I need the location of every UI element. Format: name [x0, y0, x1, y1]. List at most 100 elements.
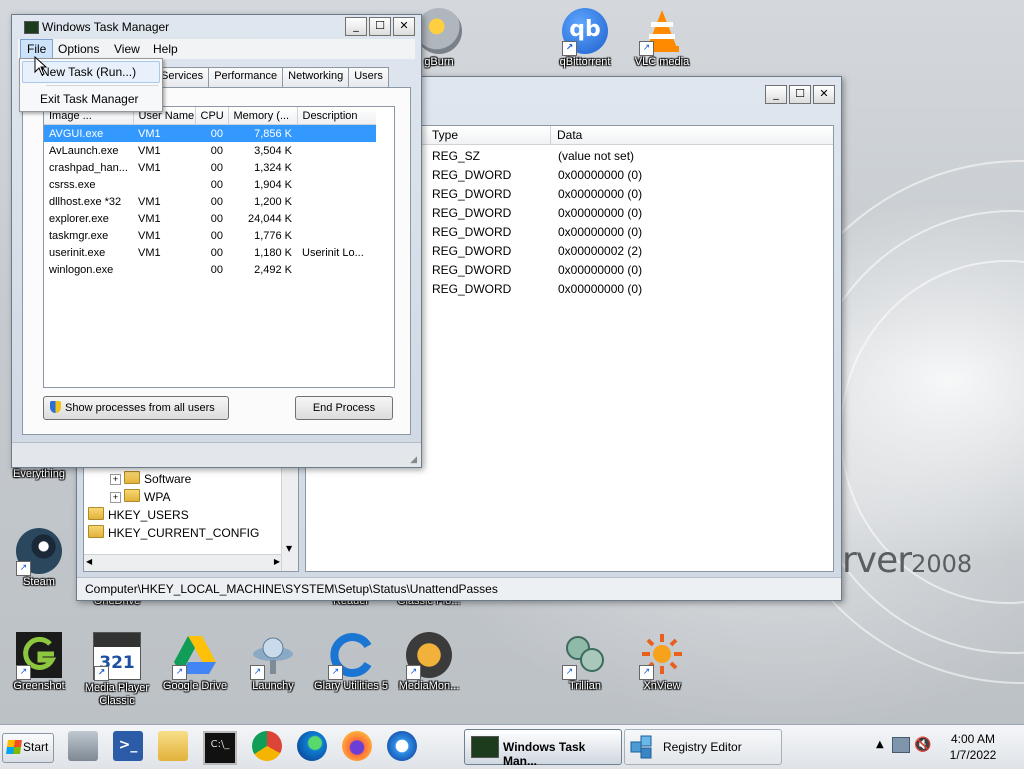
process-cpu: 00 — [210, 178, 223, 191]
value-data: 0x00000000 (0) — [558, 206, 643, 220]
task-button-label: Windows Task Man... — [503, 740, 586, 768]
menu-help[interactable]: Help — [153, 42, 178, 56]
explorer-folder-icon[interactable] — [158, 731, 188, 761]
folder-icon — [88, 507, 104, 520]
tree-node[interactable]: HKEY_USERS — [84, 506, 298, 524]
column-header-description[interactable]: Description — [297, 107, 376, 125]
process-description — [297, 176, 376, 193]
tab-services[interactable]: Services — [155, 67, 210, 87]
regedit-tree-pane[interactable]: + Software + WPA HKEY_USERS HKEY_CURRENT_CONF… — [83, 467, 299, 572]
edge-icon[interactable] — [297, 731, 327, 761]
tree-node[interactable]: HKEY_CURRENT_CONFIG — [84, 524, 298, 542]
brand-version: 2008 — [911, 550, 973, 578]
network-icon[interactable] — [892, 737, 910, 753]
process-memory: 7,856 K — [254, 127, 292, 140]
process-table: Image ... User Name CPU Memory (... Desc… — [44, 107, 376, 278]
maximize-button[interactable]: ☐ — [789, 85, 811, 104]
desktop-icon-mediamonkey[interactable]: ↗ MediaMon... — [390, 632, 468, 693]
desktop-icon-glary[interactable]: ↗ Glary Utilities 5 — [312, 632, 390, 693]
mouse-cursor-icon — [34, 56, 48, 76]
start-label: Start — [23, 740, 49, 754]
process-row[interactable]: AvLaunch.exe VM1 00 3,504 K — [44, 142, 376, 159]
taskmgr-title-bar[interactable]: Windows Task Manager _ ☐ ✕ — [12, 15, 421, 39]
server-manager-icon[interactable] — [68, 731, 98, 761]
tab-users[interactable]: Users — [348, 67, 389, 87]
process-memory: 2,492 K — [254, 263, 292, 276]
process-row[interactable]: explorer.exe VM1 00 24,044 K — [44, 210, 376, 227]
clock[interactable]: 4:00 AM 1/7/2022 — [938, 731, 1008, 763]
tree-vertical-scrollbar[interactable]: ▼ — [281, 468, 298, 571]
show-all-processes-button[interactable]: Show processes from all users — [43, 396, 229, 420]
google-drive-icon: ↗ — [172, 632, 218, 680]
clock-time: 4:00 AM — [950, 732, 996, 746]
desktop-icon-label: XnView — [643, 680, 681, 692]
desktop-icon-greenshot[interactable]: ↗ Greenshot — [0, 632, 78, 693]
desktop-icon-xnview[interactable]: ↗ XnView — [623, 632, 701, 693]
scroll-down-icon[interactable]: ▼ — [286, 544, 292, 553]
firefox-icon[interactable] — [342, 731, 372, 761]
scroll-left-icon[interactable]: ◀ — [86, 557, 92, 566]
desktop-icon-label: Greenshot — [13, 680, 65, 692]
process-list[interactable]: Image ... User Name CPU Memory (... Desc… — [43, 106, 395, 388]
process-description — [297, 210, 376, 227]
desktop-icon-label: Trillian — [569, 680, 601, 692]
expand-icon[interactable]: + — [110, 474, 121, 485]
minimize-button[interactable]: _ — [345, 17, 367, 36]
process-row[interactable]: csrss.exe 00 1,904 K — [44, 176, 376, 193]
process-row[interactable]: taskmgr.exe VM1 00 1,776 K — [44, 227, 376, 244]
taskmgr-app-icon — [24, 21, 39, 34]
folder-icon — [124, 489, 140, 502]
process-row[interactable]: winlogon.exe 00 2,492 K — [44, 261, 376, 278]
tree-node[interactable]: + WPA — [84, 488, 298, 506]
clock-date: 1/7/2022 — [949, 748, 997, 762]
ie-icon[interactable] — [387, 731, 417, 761]
menu-view[interactable]: View — [114, 42, 140, 56]
desktop-icon-launchy[interactable]: ↗ Launchy — [234, 632, 312, 693]
expand-icon[interactable]: + — [110, 492, 121, 503]
scroll-right-icon[interactable]: ▶ — [274, 557, 280, 566]
pinned-apps: >_ C:\_ — [64, 729, 421, 765]
maximize-button[interactable]: ☐ — [369, 17, 391, 36]
cmd-icon[interactable]: C:\_ — [203, 731, 237, 765]
tree-horizontal-scrollbar[interactable]: ◀ ▶ — [84, 554, 282, 571]
end-process-button[interactable]: End Process — [295, 396, 393, 420]
menu-item-exit-task-manager[interactable]: Exit Task Manager — [22, 89, 160, 109]
process-row[interactable]: AVGUI.exe VM1 00 7,856 K — [44, 124, 376, 142]
task-button-task-manager[interactable]: Windows Task Man... — [464, 729, 622, 768]
task-button-registry-editor[interactable]: Registry Editor — [624, 729, 782, 765]
process-row[interactable]: dllhost.exe *32 VM1 00 1,200 K — [44, 193, 376, 210]
process-row[interactable]: userinit.exe VM1 00 1,180 K Userinit Lo... — [44, 244, 376, 261]
wallpaper-brand: rver2008 — [842, 540, 972, 581]
desktop-icon-steam[interactable]: ↗ Steam — [0, 528, 78, 589]
process-description — [297, 193, 376, 210]
close-button[interactable]: ✕ — [813, 85, 835, 104]
desktop-icon-vlc[interactable]: ↗ VLC media — [623, 8, 701, 69]
volume-muted-icon[interactable]: 🔇 — [914, 737, 931, 753]
powershell-icon[interactable]: >_ — [113, 731, 143, 761]
tab-performance[interactable]: Performance — [208, 67, 284, 87]
menu-options[interactable]: Options — [58, 42, 99, 56]
column-header-data[interactable]: Data — [551, 126, 582, 144]
column-header-memory[interactable]: Memory (... — [228, 107, 298, 125]
desktop-icon-mpc[interactable]: 321 ↗ Media Player Classic — [78, 632, 156, 708]
desktop-icon-google-drive[interactable]: ↗ Google Drive — [156, 632, 234, 693]
resize-grip-icon[interactable]: ◢ — [410, 455, 417, 465]
trillian-icon: ↗ — [562, 632, 608, 680]
minimize-button[interactable]: _ — [765, 85, 787, 104]
desktop-icon-trillian[interactable]: ↗ Trillian — [546, 632, 624, 693]
process-row[interactable]: crashpad_han... VM1 00 1,324 K — [44, 159, 376, 176]
close-button[interactable]: ✕ — [393, 17, 415, 36]
start-button[interactable]: Start — [2, 733, 54, 763]
desktop-icon-qbittorrent[interactable]: qb ↗ qBittorrent — [546, 8, 624, 69]
tab-networking[interactable]: Networking — [282, 67, 350, 87]
tree-node[interactable]: + Software — [84, 470, 298, 488]
processes-tab-panel: Image ... User Name CPU Memory (... Desc… — [22, 87, 411, 435]
show-hidden-icons-icon[interactable]: ▲ — [876, 739, 884, 750]
taskbar: Start >_ C:\_ Windows Task Man... Registr… — [0, 724, 1024, 769]
column-header-cpu[interactable]: CPU — [195, 107, 229, 125]
process-description — [297, 142, 376, 159]
folder-icon — [124, 471, 140, 484]
desktop-icon-label: qBittorrent — [559, 56, 611, 68]
value-data: 0x00000000 (0) — [558, 225, 643, 239]
chrome-icon[interactable] — [252, 731, 282, 761]
